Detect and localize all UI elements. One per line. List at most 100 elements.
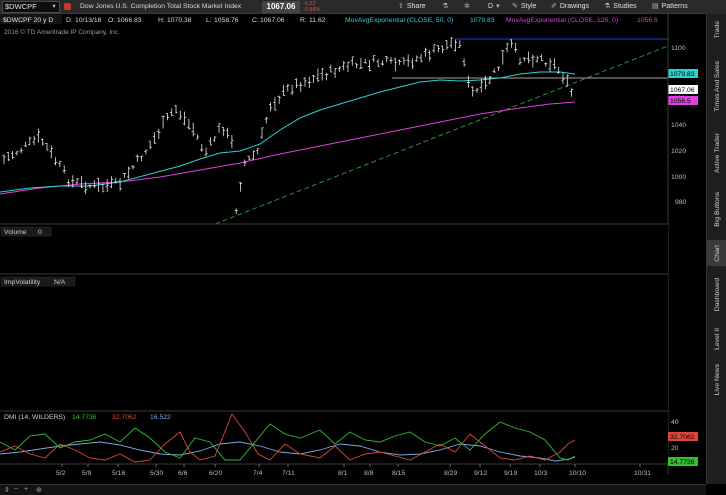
- time-tick-label: 8/29: [444, 470, 457, 477]
- flask-icon: ⚗: [604, 3, 611, 10]
- style-label: Style: [520, 2, 537, 10]
- studies-button[interactable]: ⚗ Studies: [604, 2, 637, 11]
- time-period-button[interactable]: D ▾: [488, 2, 500, 11]
- thinkorswim-chart-window: $DWCPF ▼ Dow Jones U.S. Completion Total…: [0, 0, 726, 495]
- volume-pane[interactable]: Volume 0: [0, 225, 668, 273]
- time-tick-label: 10/31: [634, 470, 651, 477]
- studies-label: Studies: [613, 2, 637, 10]
- share-label: Share: [406, 2, 426, 10]
- tab-dashboard[interactable]: Dashboard: [707, 270, 726, 320]
- period-label: D: [488, 2, 494, 10]
- zoom-icon[interactable]: ⊕: [36, 486, 42, 494]
- time-tick-label: 9/12: [474, 470, 487, 477]
- tab-big-buttons[interactable]: Big Buttons: [707, 184, 726, 234]
- last-price-tag: 1067.06: [670, 87, 695, 94]
- last-price-badge: 1067.06: [262, 1, 300, 13]
- volume-value: 0: [38, 229, 42, 236]
- time-tick-label: 7/11: [282, 470, 295, 477]
- share-icon: ⇪: [398, 3, 404, 10]
- adx-value: 16.522: [150, 414, 171, 421]
- time-tick-label: 5/2: [56, 470, 66, 477]
- ma125-price-tag: 1056.5: [670, 98, 691, 105]
- chart-footer: ⇕ − + ⊕: [0, 484, 706, 495]
- volume-label: Volume: [4, 229, 27, 236]
- change-percent: -0.58%: [303, 7, 321, 13]
- style-icon: ✎: [512, 3, 518, 10]
- price-tick-980: 980: [675, 199, 687, 206]
- quote-close-label: C:: [252, 17, 259, 24]
- patterns-button[interactable]: ▤ Patterns: [652, 2, 688, 11]
- time-tick-label: 6/6: [178, 470, 188, 477]
- copyright-text: 2016 © TD Ameritrade IP Company, Inc.: [4, 28, 120, 36]
- time-tick-label: 8/15: [392, 470, 405, 477]
- price-tick-1100: 1100: [671, 45, 686, 52]
- share-button[interactable]: ⇪ Share: [398, 2, 426, 11]
- tab-active-trader[interactable]: Active Trader: [707, 124, 726, 182]
- tab-live-news[interactable]: Live News: [707, 360, 726, 400]
- symbol-text: $DWCPF: [5, 2, 37, 11]
- quote-open-label: O:: [108, 17, 115, 24]
- tab-trade[interactable]: Trade: [707, 16, 726, 44]
- dmi-plus-value: 14.7736: [72, 414, 97, 421]
- ma125-legend-value: 1056.5: [637, 17, 658, 24]
- dmi-label: DMI (14, WILDERS): [4, 414, 65, 421]
- chevron-down-icon: ▼: [51, 4, 57, 10]
- tab-level-ii[interactable]: Level II: [707, 324, 726, 354]
- dmi-minus-tag: 32.7062: [670, 434, 695, 441]
- ma50-price-tag: 1079.83: [670, 71, 695, 78]
- side-strip-header: [706, 0, 726, 14]
- quote-high-label: H:: [158, 17, 165, 24]
- time-tick-label: 9/19: [504, 470, 517, 477]
- tab-times-and-sales[interactable]: Times And Sales: [707, 50, 726, 122]
- quote-date-label: D:: [66, 17, 73, 24]
- dmi-pane[interactable]: DMI (14, WILDERS) 14.7736 32.7062 16.522…: [0, 412, 698, 466]
- price-chart-svg[interactable]: $DWCPF 20 y D 2016 © TD Ameritrade IP Co…: [0, 14, 706, 484]
- time-tick-label: 10/10: [569, 470, 586, 477]
- plus-icon[interactable]: +: [24, 486, 28, 493]
- chart-toolbar: $DWCPF ▼ Dow Jones U.S. Completion Total…: [0, 0, 706, 14]
- quote-date-value: 10/13/16: [75, 17, 102, 24]
- side-panel-tabs: Trade Times And Sales Active Trader Big …: [706, 14, 726, 484]
- impvolatility-pane[interactable]: ImpVolatility N/A: [0, 275, 668, 410]
- drawings-button[interactable]: ✐ Drawings: [551, 2, 589, 11]
- ma125-legend: MovAvgExponential (CLOSE, 125, 0): [506, 17, 618, 24]
- settings-button[interactable]: ✲: [464, 2, 470, 10]
- flask-button[interactable]: ⚗: [442, 2, 448, 10]
- quote-range-label: R:: [300, 17, 307, 24]
- symbol-description: Dow Jones U.S. Completion Total Stock Ma…: [80, 3, 242, 10]
- minus-icon[interactable]: −: [14, 486, 18, 493]
- flask-icon: ⚗: [442, 3, 449, 10]
- drag-handle-icon[interactable]: ⇕: [4, 486, 10, 494]
- price-tick-1040: 1040: [671, 122, 686, 129]
- quote-range-value: 11.62: [309, 17, 326, 24]
- ma50-legend: MovAvgExponential (CLOSE, 50, 0): [345, 17, 453, 24]
- time-tick-label: 6/20: [209, 470, 222, 477]
- time-tick-label: 5/9: [82, 470, 92, 477]
- chart-area[interactable]: $DWCPF 20 y D 2016 © TD Ameritrade IP Co…: [0, 14, 706, 484]
- time-tick-label: 10/3: [534, 470, 547, 477]
- chart-symbol-period: $DWCPF 20 y D: [3, 17, 53, 24]
- time-tick-label: 8/8: [364, 470, 374, 477]
- dmi-tick-40: 40: [671, 419, 679, 426]
- quote-open-value: 1066.83: [117, 17, 142, 24]
- time-tick-label: 5/30: [150, 470, 163, 477]
- quote-close-value: 1067.06: [260, 17, 285, 24]
- pencil-icon: ✐: [551, 3, 557, 10]
- dmi-tick-20: 20: [671, 445, 679, 452]
- iv-value: N/A: [54, 279, 66, 286]
- tab-chart[interactable]: Chart: [707, 240, 726, 266]
- style-button[interactable]: ✎ Style: [512, 2, 537, 11]
- change-readout: -6.22 -0.58%: [303, 1, 320, 13]
- patterns-icon: ▤: [652, 3, 659, 10]
- dmi-plus-tag: 14.7736: [670, 459, 695, 466]
- symbol-selector[interactable]: $DWCPF ▼: [2, 1, 60, 13]
- quote-low-label: L:: [206, 17, 212, 24]
- stop-icon[interactable]: [64, 3, 71, 10]
- iv-label: ImpVolatility: [4, 279, 41, 286]
- time-axis[interactable]: 5/2 5/9 5/16 5/30 6/6 6/20 7/4 7/11 8/1 8/8 8/15 8/…: [0, 463, 668, 477]
- patterns-label: Patterns: [661, 2, 688, 10]
- time-tick-label: 7/4: [253, 470, 263, 477]
- price-pane: $DWCPF 20 y D 2016 © TD Ameritrade IP Co…: [0, 14, 706, 225]
- gear-icon: ✲: [464, 3, 470, 10]
- quote-high-value: 1070.38: [167, 17, 192, 24]
